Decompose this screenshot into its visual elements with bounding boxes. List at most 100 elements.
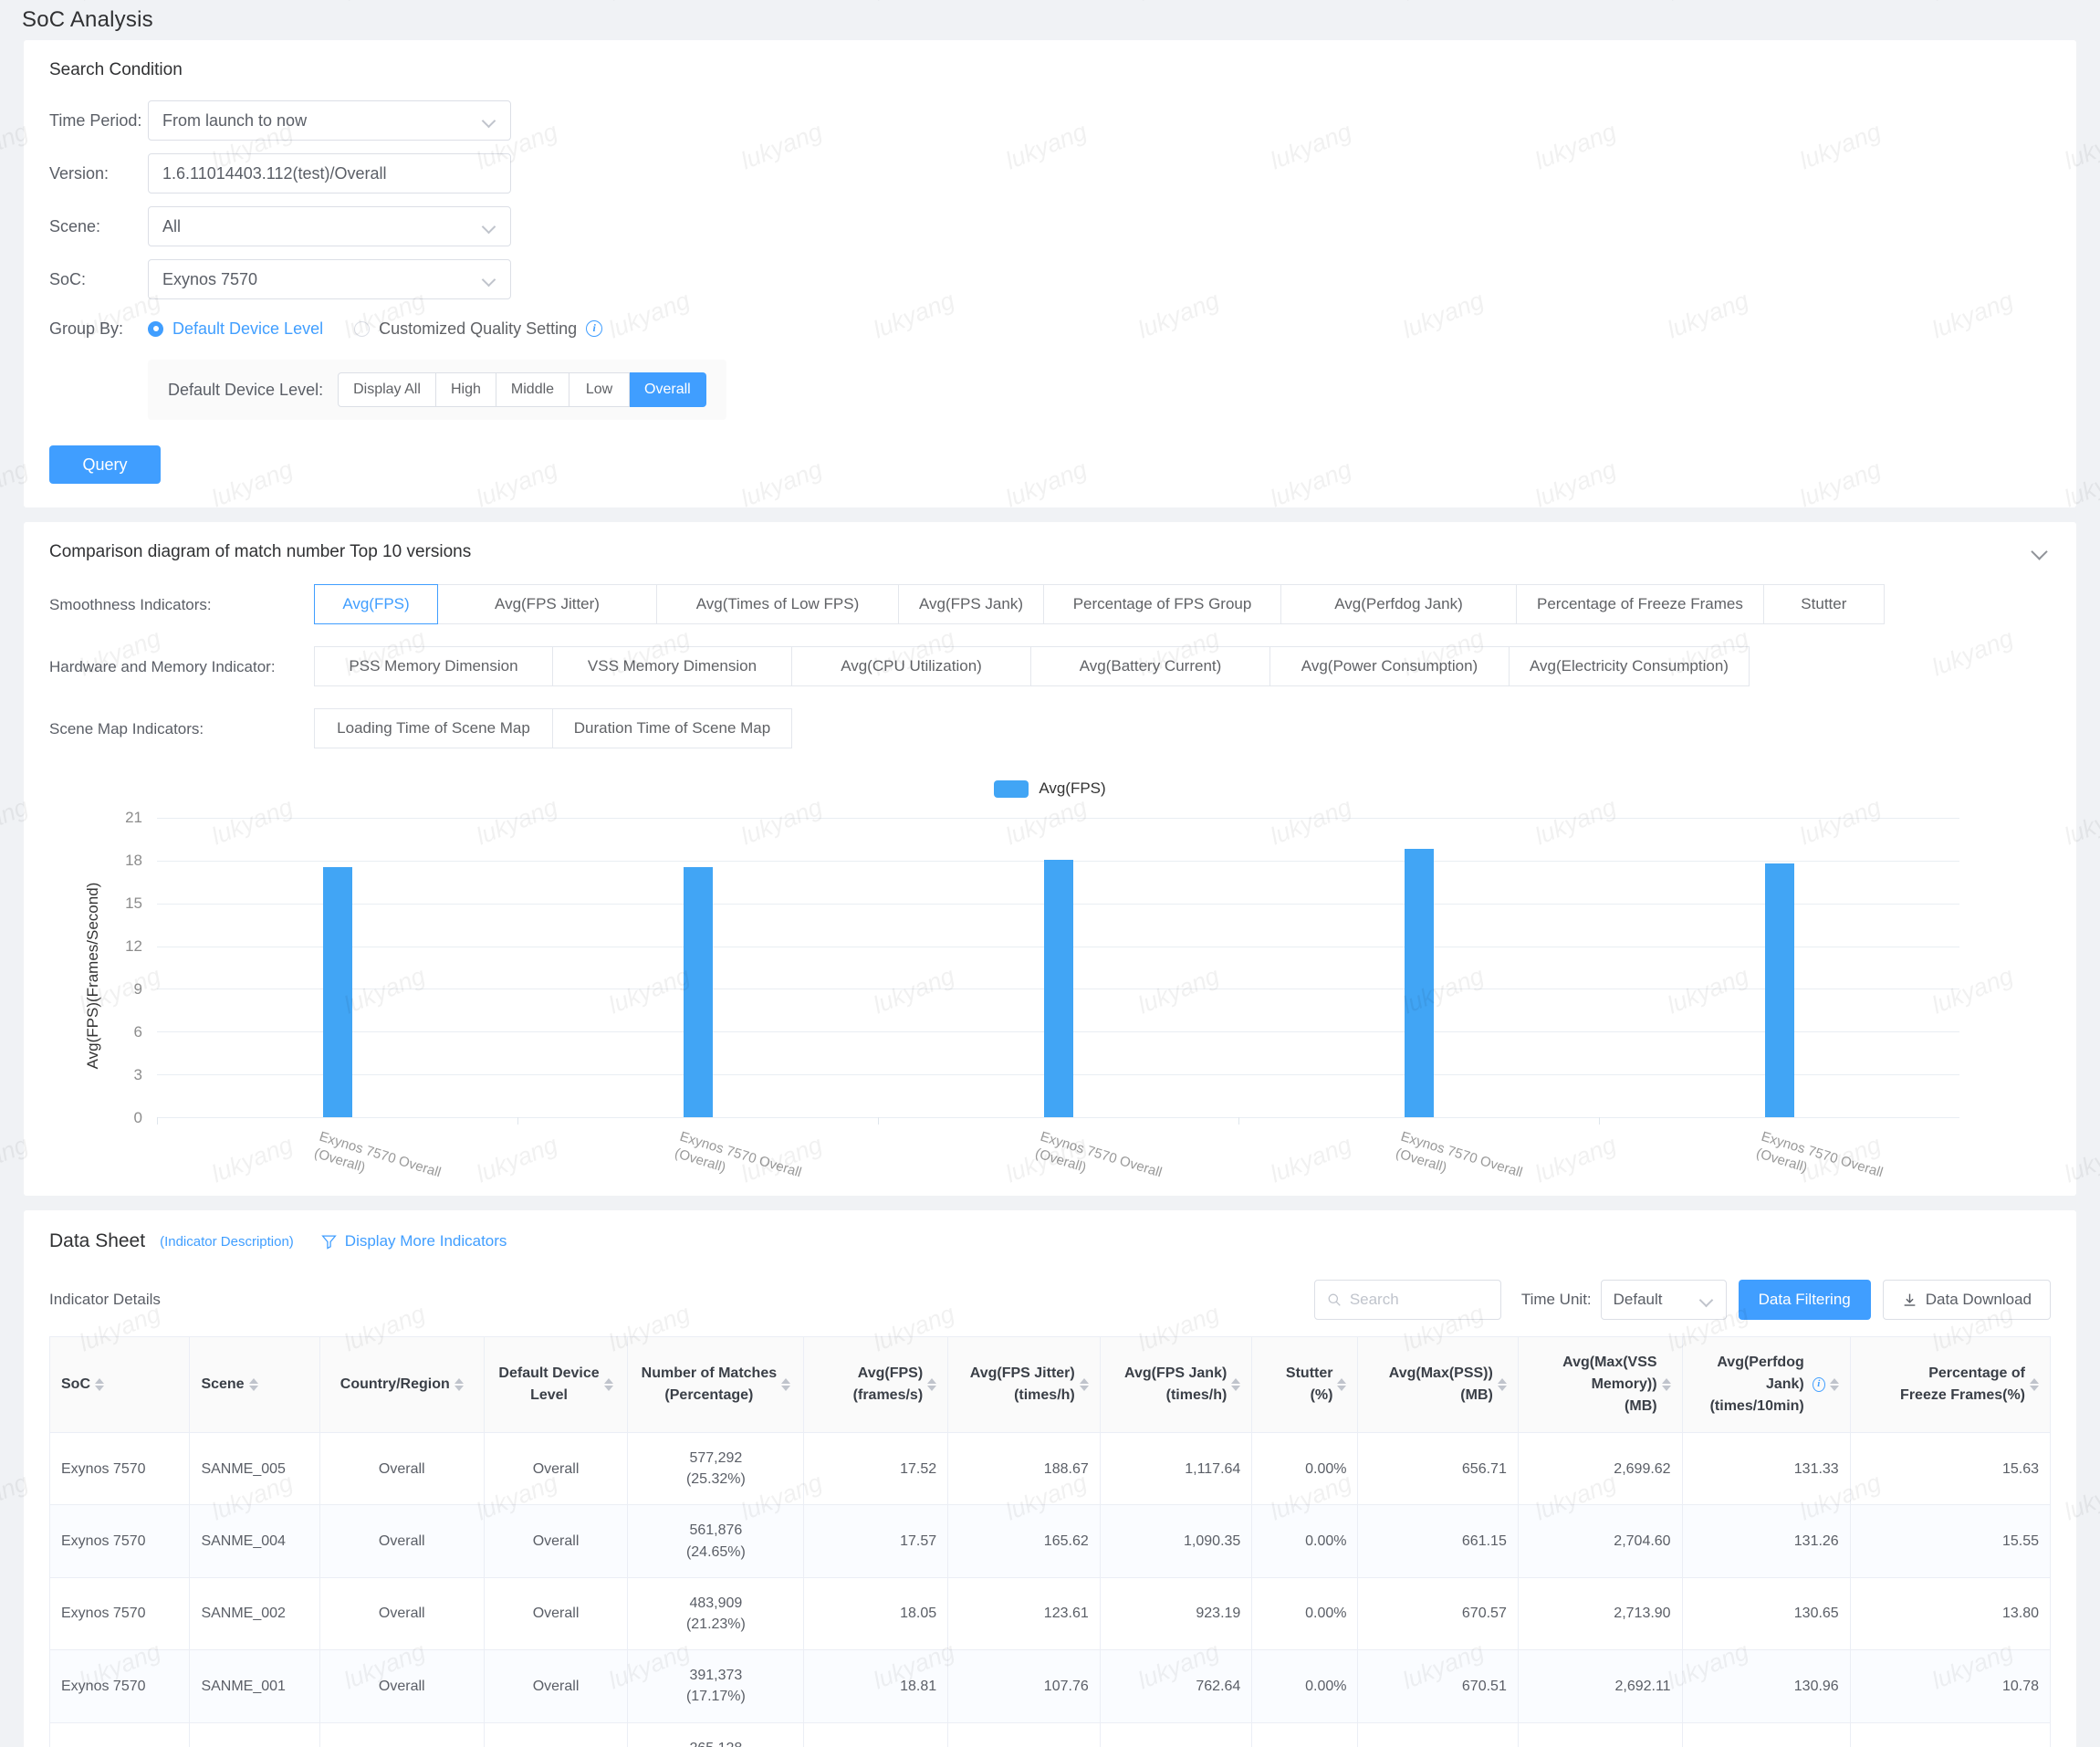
device-level-option-display-all[interactable]: Display All bbox=[338, 372, 436, 407]
chart-bar[interactable] bbox=[1764, 863, 1794, 1117]
indicator-pss-memory-dimension[interactable]: PSS Memory Dimension bbox=[314, 646, 553, 686]
cell-vss: 2,704.60 bbox=[1517, 1504, 1683, 1578]
version-label: Version: bbox=[49, 163, 110, 183]
table-header-row: SoC Scene Country/Region Default Device Leve… bbox=[48, 1336, 2052, 1433]
table-row: Exynos 7570 SANME_002 Overall Overall 483,90… bbox=[48, 1576, 2052, 1651]
cell-soc[interactable]: Exynos 7570 bbox=[48, 1431, 191, 1506]
info-icon[interactable]: i bbox=[586, 320, 603, 337]
device-level-option-low[interactable]: Low bbox=[569, 372, 631, 407]
funnel-icon bbox=[321, 1234, 337, 1250]
sort-icon[interactable] bbox=[603, 1378, 613, 1391]
sort-icon[interactable] bbox=[781, 1378, 791, 1391]
device-level-option-high[interactable]: High bbox=[435, 372, 496, 407]
search-input[interactable]: Search bbox=[1313, 1280, 1501, 1320]
indicator-percentage-of-freeze-frames[interactable]: Percentage of Freeze Frames bbox=[1517, 584, 1764, 624]
indicator-vss-memory-dimension[interactable]: VSS Memory Dimension bbox=[553, 646, 792, 686]
soc-select[interactable]: Exynos 7570 bbox=[148, 259, 511, 299]
chart-gridline: 0 bbox=[134, 1109, 1959, 1126]
sort-icon[interactable] bbox=[248, 1378, 258, 1391]
sort-icon[interactable] bbox=[454, 1378, 464, 1391]
display-more-indicators-button[interactable]: Display More Indicators bbox=[321, 1232, 507, 1250]
indicator-loading-time-of-scene-map[interactable]: Loading Time of Scene Map bbox=[314, 708, 553, 748]
device-level-option-middle[interactable]: Middle bbox=[496, 372, 570, 407]
indicator-avg-power-consumption[interactable]: Avg(Power Consumption) bbox=[1270, 646, 1510, 686]
indicator-avg-times-of-low-fps[interactable]: Avg(Times of Low FPS) bbox=[657, 584, 899, 624]
cell-scene: SANME_003 bbox=[189, 1721, 320, 1747]
column-header-vss[interactable]: Avg(Max(VSS Memory)) (MB) bbox=[1517, 1336, 1683, 1433]
column-header-perfdog_jank[interactable]: Avg(Perfdog Jank) (times/10min) i bbox=[1681, 1336, 1851, 1433]
indicator-stutter[interactable]: Stutter bbox=[1763, 584, 1885, 624]
radio-default-device-level[interactable]: Default Device Level bbox=[148, 319, 323, 339]
cell-scene: SANME_001 bbox=[189, 1649, 320, 1723]
legend-swatch-icon bbox=[994, 779, 1029, 798]
indicator-avg-fps-jank[interactable]: Avg(FPS Jank) bbox=[899, 584, 1045, 624]
version-input[interactable]: 1.6.11014403.112(test)/Overall bbox=[148, 153, 511, 194]
sort-icon[interactable] bbox=[1829, 1378, 1839, 1391]
info-icon[interactable]: i bbox=[1812, 1377, 1825, 1392]
indicator-avg-perfdog-jank[interactable]: Avg(Perfdog Jank) bbox=[1281, 584, 1518, 624]
time-unit-value: Default bbox=[1613, 1291, 1663, 1308]
indicator-avg-battery-current[interactable]: Avg(Battery Current) bbox=[1031, 646, 1270, 686]
column-header-label: Default Device Level bbox=[498, 1365, 600, 1403]
column-header-freeze[interactable]: Percentage of Freeze Frames(%) bbox=[1849, 1336, 2052, 1433]
cell-stutter: 0.00% bbox=[1251, 1576, 1359, 1651]
query-button[interactable]: Query bbox=[49, 445, 161, 484]
chart-bar[interactable] bbox=[1404, 849, 1434, 1117]
cell-country: Overall bbox=[319, 1576, 485, 1651]
field-row-scene: Scene: All bbox=[49, 206, 2051, 246]
data-download-button[interactable]: Data Download bbox=[1882, 1280, 2051, 1320]
indicator-avg-cpu-utilization[interactable]: Avg(CPU Utilization) bbox=[792, 646, 1031, 686]
scene-select[interactable]: All bbox=[148, 206, 511, 246]
column-header-device_level[interactable]: Default Device Level bbox=[483, 1336, 629, 1433]
cell-fps_jank: 762.64 bbox=[1099, 1649, 1253, 1723]
sort-icon[interactable] bbox=[1079, 1378, 1089, 1391]
device-level-segmented: Display All High Middle Low Overall bbox=[338, 372, 706, 407]
indicator-avg-fps-jitter[interactable]: Avg(FPS Jitter) bbox=[438, 584, 657, 624]
default-device-level-label: Default Device Level: bbox=[168, 380, 324, 399]
chart-bar[interactable] bbox=[683, 866, 713, 1117]
indicator-percentage-of-fps-group[interactable]: Percentage of FPS Group bbox=[1044, 584, 1282, 624]
column-header-matches[interactable]: Number of Matches (Percentage) bbox=[627, 1336, 805, 1433]
cell-soc[interactable]: Exynos 7570 bbox=[48, 1576, 191, 1651]
column-header-country[interactable]: Country/Region bbox=[319, 1336, 485, 1433]
cell-soc[interactable]: Exynos 7570 bbox=[48, 1504, 191, 1578]
time-unit-select[interactable]: Default bbox=[1600, 1280, 1727, 1320]
sort-icon[interactable] bbox=[1231, 1378, 1241, 1391]
indicator-avg-fps[interactable]: Avg(FPS) bbox=[314, 584, 438, 624]
sort-icon[interactable] bbox=[1337, 1378, 1347, 1391]
sort-icon[interactable] bbox=[1497, 1378, 1507, 1391]
device-level-option-overall[interactable]: Overall bbox=[630, 372, 706, 407]
column-header-soc[interactable]: SoC bbox=[48, 1336, 191, 1433]
column-header-scene[interactable]: Scene bbox=[189, 1336, 320, 1433]
column-header-pss[interactable]: Avg(Max(PSS)) (MB) bbox=[1357, 1336, 1519, 1433]
column-header-fps_jitter[interactable]: Avg(FPS Jitter) (times/h) bbox=[947, 1336, 1101, 1433]
sort-icon[interactable] bbox=[2030, 1378, 2039, 1391]
column-header-label: Stutter (%) bbox=[1285, 1365, 1333, 1403]
hardware-memory-indicator-label: Hardware and Memory Indicator: bbox=[49, 658, 276, 675]
sort-icon[interactable] bbox=[927, 1378, 937, 1391]
chevron-down-icon[interactable] bbox=[2031, 542, 2051, 562]
indicator-avg-electricity-consumption[interactable]: Avg(Electricity Consumption) bbox=[1510, 646, 1750, 686]
cell-soc[interactable]: Exynos 7570 bbox=[48, 1649, 191, 1723]
sort-icon[interactable] bbox=[95, 1378, 104, 1391]
hardware-memory-segmented: PSS Memory Dimension VSS Memory Dimensio… bbox=[314, 646, 1750, 686]
column-header-label: Country/Region bbox=[340, 1376, 450, 1392]
cell-scene: SANME_005 bbox=[189, 1431, 320, 1506]
cell-matches: 577,292 (25.32%) bbox=[627, 1431, 805, 1506]
column-header-fps_jank[interactable]: Avg(FPS Jank) (times/h) bbox=[1099, 1336, 1253, 1433]
column-header-avg_fps[interactable]: Avg(FPS) (frames/s) bbox=[803, 1336, 949, 1433]
cell-soc[interactable]: Exynos 7570 bbox=[48, 1721, 191, 1747]
cell-avg_fps: 17.52 bbox=[803, 1431, 949, 1506]
indicator-duration-time-of-scene-map[interactable]: Duration Time of Scene Map bbox=[553, 708, 792, 748]
sort-icon[interactable] bbox=[1661, 1378, 1671, 1391]
cell-stutter: 0.00% bbox=[1251, 1431, 1359, 1506]
chart-bar[interactable] bbox=[1043, 860, 1073, 1117]
column-header-stutter[interactable]: Stutter (%) bbox=[1251, 1336, 1359, 1433]
radio-customized-quality-setting[interactable]: Customized Quality Setting i bbox=[354, 319, 603, 339]
time-period-select[interactable]: From launch to now bbox=[148, 100, 511, 141]
indicator-description-link[interactable]: (Indicator Description) bbox=[160, 1234, 294, 1250]
cell-matches: 561,876 (24.65%) bbox=[627, 1504, 805, 1578]
data-filtering-button[interactable]: Data Filtering bbox=[1738, 1280, 1871, 1320]
chart-bar[interactable] bbox=[322, 867, 352, 1117]
default-device-level-group: Default Device Level: Display All High M… bbox=[148, 360, 726, 420]
